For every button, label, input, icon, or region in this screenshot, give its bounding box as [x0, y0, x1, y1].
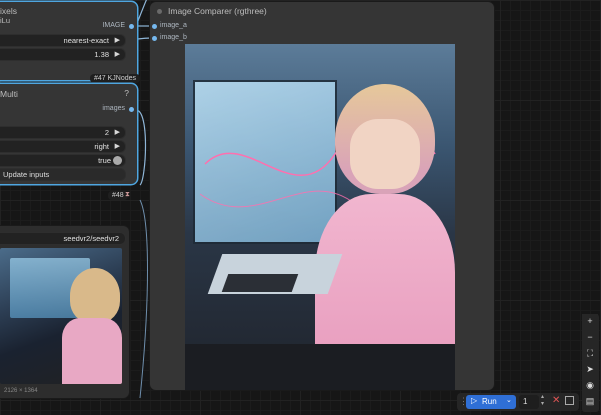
model-select[interactable]: seedvr2/seedvr2	[0, 232, 126, 245]
method-value: nearest-exact	[63, 36, 109, 45]
update-inputs-label: Update inputs	[3, 170, 50, 179]
image-comparer-node[interactable]: Image Comparer (rgthree) image_a image_b	[150, 2, 494, 390]
node-title: ixels	[0, 6, 18, 16]
preview-image	[0, 248, 122, 384]
upscale-node[interactable]: ixels iLu IMAGE nearest-exact ▶ 1.38 ▶	[0, 2, 137, 80]
output-label: images	[102, 105, 125, 112]
node-title: Image Comparer (rgthree)	[168, 6, 267, 16]
node-title: Multi	[0, 89, 18, 99]
fit-view-icon[interactable]: ⛶	[582, 346, 598, 360]
seedvr2-node[interactable]: seedvr2/seedvr2 2126 × 1364	[0, 226, 129, 398]
run-label: Run	[482, 397, 497, 406]
count-stepper[interactable]: 2 ▶	[0, 126, 126, 139]
chevron-down-icon[interactable]: ⌄	[506, 396, 512, 404]
input-a-label: image_a	[160, 22, 187, 29]
canvas-tools: + − ⛶ ➤ ◉ ▤	[582, 314, 599, 412]
comparison-image[interactable]	[185, 44, 455, 390]
close-icon[interactable]: ✕	[552, 395, 560, 406]
output-socket[interactable]	[129, 24, 134, 29]
select-icon[interactable]: ➤	[582, 362, 598, 376]
play-icon: ▷	[471, 396, 478, 405]
direction-value: right	[94, 142, 109, 151]
input-socket-a[interactable]	[152, 24, 157, 29]
queue-count-input[interactable]: 1	[519, 395, 539, 409]
image-resolution: 2126 × 1364	[4, 388, 38, 394]
update-inputs-button[interactable]: Update inputs	[0, 168, 126, 181]
zoom-out-icon[interactable]: −	[582, 330, 598, 344]
scale-value: 1.38	[94, 50, 109, 59]
zoom-in-icon[interactable]: +	[582, 314, 598, 328]
input-b-label: image_b	[160, 34, 187, 41]
stop-icon[interactable]	[565, 396, 574, 405]
chevron-right-icon: ▶	[114, 143, 120, 150]
run-toolbar: ⋮⋮ ▷ Run ⌄ 1 ▴▾ ✕	[457, 393, 579, 411]
hourglass-icon: ⧗	[125, 191, 130, 198]
output-socket[interactable]	[129, 107, 134, 112]
chevron-right-icon: ▶	[114, 51, 120, 58]
queue-count-value: 1	[523, 397, 528, 406]
scale-stepper[interactable]: 1.38 ▶	[0, 48, 126, 61]
minimap-icon[interactable]: ▤	[582, 394, 598, 408]
run-button[interactable]: ▷ Run ⌄	[466, 395, 516, 409]
toggle-knob	[113, 156, 122, 165]
toggle-value: true	[98, 156, 111, 165]
node-subtitle: iLu	[0, 16, 11, 25]
chevron-right-icon: ▶	[114, 129, 120, 136]
stepper-icon[interactable]: ▴ ▾	[541, 394, 544, 408]
multi-node[interactable]: Multi ? images 2 ▶ right ▶ true Update i…	[0, 84, 137, 184]
input-socket-b[interactable]	[152, 36, 157, 41]
model-value: seedvr2/seedvr2	[63, 234, 119, 243]
chevron-right-icon: ▶	[114, 37, 120, 44]
status-dot	[157, 9, 162, 14]
node-badge: #47 KJNodes	[90, 74, 141, 83]
eye-icon[interactable]: ◉	[582, 378, 598, 392]
output-label: IMAGE	[102, 22, 125, 29]
toggle[interactable]: true	[0, 154, 126, 167]
method-select[interactable]: nearest-exact ▶	[0, 34, 126, 47]
direction-select[interactable]: right ▶	[0, 140, 126, 153]
help-icon[interactable]: ?	[124, 88, 129, 98]
count-value: 2	[104, 128, 109, 137]
